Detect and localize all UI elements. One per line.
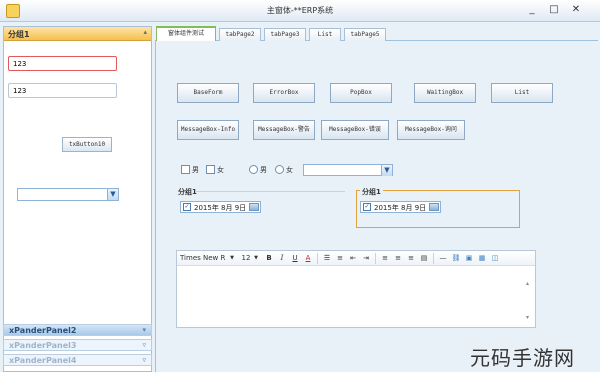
female-radio[interactable] xyxy=(275,165,284,174)
close-button[interactable]: ✕ xyxy=(568,3,584,17)
italic-button[interactable]: I xyxy=(277,253,287,264)
xpander-panel-3-label: xPanderPanel3 xyxy=(9,341,77,350)
messagebox-warning-button[interactable]: MessageBox-警告 xyxy=(253,120,315,140)
align-center-icon[interactable]: ≡ xyxy=(393,253,403,264)
group1-date-value: 2015年 8月 9日 xyxy=(194,204,247,212)
text-input[interactable] xyxy=(8,83,117,98)
text-input-required[interactable] xyxy=(8,56,117,71)
indent-icon[interactable]: ⇥ xyxy=(361,253,371,264)
tab-page5[interactable]: tabPage5 xyxy=(344,28,386,41)
group1-header-label: 分组1 xyxy=(8,30,30,39)
align-justify-icon[interactable]: ▤ xyxy=(419,253,429,264)
bold-button[interactable]: B xyxy=(264,253,274,264)
group1-header[interactable]: 分组1 ▴ xyxy=(4,27,151,41)
text-color-button[interactable]: A xyxy=(303,253,313,264)
options-combobox[interactable]: ▼ xyxy=(303,164,393,176)
xpander-panel-3[interactable]: xPanderPanel3 ▿ xyxy=(3,339,152,351)
list-button[interactable]: List xyxy=(491,83,553,103)
xpander-panel-4-label: xPanderPanel4 xyxy=(9,356,77,365)
female-radio-label: 女 xyxy=(286,166,293,174)
bullet-list-icon[interactable]: ≡ xyxy=(335,253,345,264)
source-icon[interactable]: ◫ xyxy=(490,253,500,264)
horizontal-rule-icon[interactable]: — xyxy=(438,253,448,264)
messagebox-error-button[interactable]: MessageBox-错误 xyxy=(321,120,389,140)
collapse-arrow-icon[interactable]: ▴ xyxy=(143,28,147,36)
date-checkbox[interactable]: ✓ xyxy=(363,203,371,211)
table-icon[interactable]: ▦ xyxy=(477,253,487,264)
male-radio-label: 男 xyxy=(260,166,267,174)
rich-text-editor[interactable]: Times New R ▼ 12 ▼ B I U A ☰ ≡ ⇤ ⇥ ≡ ≡ ≡… xyxy=(176,250,536,328)
outdent-icon[interactable]: ⇤ xyxy=(348,253,358,264)
xpander-panel-4[interactable]: xPanderPanel4 ▿ xyxy=(3,354,152,366)
maximize-button[interactable]: □ xyxy=(546,3,562,17)
calendar-icon[interactable] xyxy=(429,203,439,211)
image-icon[interactable]: ▣ xyxy=(464,253,474,264)
editor-toolbar: Times New R ▼ 12 ▼ B I U A ☰ ≡ ⇤ ⇥ ≡ ≡ ≡… xyxy=(177,251,535,266)
tab-list[interactable]: List xyxy=(309,28,341,41)
female-checkbox-label: 女 xyxy=(217,166,224,174)
font-name-select[interactable]: Times New R xyxy=(180,253,228,264)
expand-arrow-icon: ▾ xyxy=(142,326,146,334)
toolbar-separator xyxy=(375,253,376,264)
waitingbox-button[interactable]: WaitingBox xyxy=(414,83,476,103)
date-checkbox[interactable]: ✓ xyxy=(183,203,191,211)
window-title: 主窗体-**ERP系统 xyxy=(266,6,334,15)
align-right-icon[interactable]: ≡ xyxy=(406,253,416,264)
scroll-up-icon[interactable]: ▴ xyxy=(526,280,529,287)
male-radio[interactable] xyxy=(249,165,258,174)
group1-datepicker[interactable]: ✓ 2015年 8月 9日 xyxy=(180,201,261,213)
watermark-logo: 元码手游网 xyxy=(470,346,575,370)
group1-divider xyxy=(195,191,345,192)
font-size-select[interactable]: 12 xyxy=(240,253,252,264)
xpander-panel-2-label: xPanderPanel2 xyxy=(9,326,77,335)
minimize-button[interactable]: _ xyxy=(524,3,540,17)
editor-scrollbar[interactable]: ▴ ▾ xyxy=(525,266,535,328)
dropdown-arrow-icon[interactable]: ▼ xyxy=(107,189,118,200)
toolbar-separator xyxy=(433,253,434,264)
align-left-icon[interactable]: ≡ xyxy=(380,253,390,264)
txbutton10-button[interactable]: txButton10 xyxy=(62,137,112,152)
tab-form-components[interactable]: 窗体组件测试 xyxy=(156,26,216,41)
group2-title: 分组1 xyxy=(360,187,383,197)
toolbar-separator xyxy=(317,253,318,264)
popbox-button[interactable]: PopBox xyxy=(330,83,392,103)
left-expander-panel: 分组1 ▴ txButton10 ▼ xyxy=(3,26,152,372)
font-size-dropdown-icon[interactable]: ▼ xyxy=(253,253,259,264)
scroll-down-icon[interactable]: ▾ xyxy=(526,314,529,321)
errorbox-button[interactable]: ErrorBox xyxy=(253,83,315,103)
numbered-list-icon[interactable]: ☰ xyxy=(322,253,332,264)
underline-button[interactable]: U xyxy=(290,253,300,264)
messagebox-question-button[interactable]: MessageBox-询问 xyxy=(397,120,465,140)
window-titlebar: 主窗体-**ERP系统 _ □ ✕ xyxy=(0,0,600,22)
group2-datepicker[interactable]: ✓ 2015年 8月 9日 xyxy=(360,201,441,213)
male-checkbox[interactable] xyxy=(181,165,190,174)
female-checkbox[interactable] xyxy=(206,165,215,174)
left-combobox[interactable]: ▼ xyxy=(17,188,119,201)
tab-page2[interactable]: tabPage2 xyxy=(219,28,261,41)
baseform-button[interactable]: BaseForm xyxy=(177,83,239,103)
font-name-dropdown-icon[interactable]: ▼ xyxy=(229,253,235,264)
messagebox-info-button[interactable]: MessageBox-Info xyxy=(177,120,239,140)
calendar-icon[interactable] xyxy=(249,203,259,211)
expand-arrow-icon: ▿ xyxy=(142,356,146,364)
dropdown-arrow-icon[interactable]: ▼ xyxy=(381,165,392,176)
group2-date-value: 2015年 8月 9日 xyxy=(374,204,427,212)
xpander-panel-2[interactable]: xPanderPanel2 ▾ xyxy=(3,324,152,336)
expand-arrow-icon: ▿ xyxy=(142,341,146,349)
group1-title: 分组1 xyxy=(178,188,197,196)
tab-page3[interactable]: tabPage3 xyxy=(264,28,306,41)
male-checkbox-label: 男 xyxy=(192,166,199,174)
link-icon[interactable]: ⛓ xyxy=(451,253,461,264)
